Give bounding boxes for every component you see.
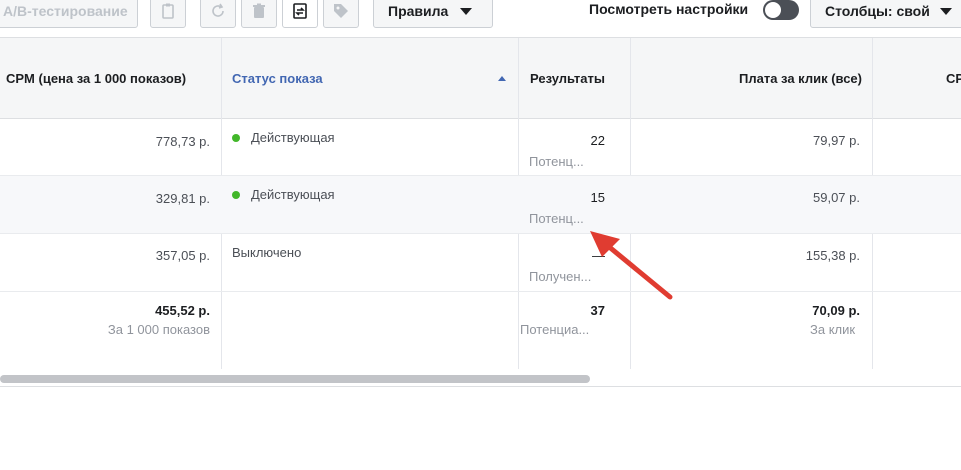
header-cpc[interactable]: Плата за клик (все) <box>632 71 862 86</box>
columns-label: Столбцы: свой <box>825 3 930 19</box>
columns-dropdown[interactable]: Столбцы: свой <box>810 0 961 28</box>
refresh-button[interactable] <box>200 0 236 28</box>
total-cpc-sub: За клик <box>810 322 856 337</box>
chevron-down-icon <box>460 7 473 15</box>
cpm-value: 357,05 р. <box>155 248 210 263</box>
status-value: Выключено <box>232 245 302 260</box>
total-results-sub: Потенциа... <box>520 322 590 337</box>
total-cpm: 455,52 р. <box>155 303 210 318</box>
status-value: Действующая <box>251 130 335 145</box>
rules-label: Правила <box>388 3 449 19</box>
status-value: Действующая <box>251 187 335 202</box>
toggle-knob <box>765 2 781 18</box>
results-value: 15 <box>590 190 605 205</box>
table-row[interactable]: 329,81 р. Действующая 15 Потенц... 59,07… <box>0 176 961 234</box>
header-cpm[interactable]: CPM (цена за 1 000 показов) <box>6 71 186 86</box>
status-active-icon <box>232 134 240 142</box>
cpm-value: 778,73 р. <box>155 134 210 149</box>
results-sub: Потенц... <box>529 154 584 169</box>
annotation-arrow-icon <box>590 231 673 300</box>
view-settings-toggle[interactable] <box>763 0 799 20</box>
trash-icon <box>253 3 265 18</box>
ads-table: CPM (цена за 1 000 показов) Статус показ… <box>0 37 961 387</box>
sort-ascending-icon[interactable] <box>498 76 506 81</box>
scrollbar-thumb[interactable] <box>0 375 590 383</box>
toolbar: A/B-тестирование Правила Посмотреть наст… <box>0 0 961 36</box>
cpm-value: 329,81 р. <box>155 191 210 206</box>
header-next[interactable]: СР <box>946 71 961 86</box>
header-results[interactable]: Результаты <box>530 71 608 86</box>
refresh-icon <box>212 3 224 17</box>
cpc-value: 59,07 р. <box>813 190 860 205</box>
horizontal-scrollbar[interactable] <box>0 371 961 385</box>
compare-button[interactable] <box>282 0 318 28</box>
view-settings-label: Посмотреть настройки <box>589 1 749 17</box>
header-status[interactable]: Статус показа <box>232 71 323 86</box>
results-value: 22 <box>590 133 605 148</box>
table-row[interactable]: 357,05 р. Выключено — Получен... 155,38 … <box>0 234 961 292</box>
tag-button[interactable] <box>323 0 359 28</box>
chevron-down-icon <box>939 7 952 15</box>
cpc-value: 79,97 р. <box>813 133 860 148</box>
total-cpm-sub: За 1 000 показов <box>107 322 210 337</box>
table-header: CPM (цена за 1 000 показов) Статус показ… <box>0 38 961 119</box>
status-active-icon <box>232 191 240 199</box>
clipboard-icon <box>162 3 174 19</box>
swap-arrows-icon <box>293 3 307 19</box>
delete-button[interactable] <box>241 0 277 28</box>
tag-icon <box>334 4 348 18</box>
duplicate-button[interactable] <box>150 0 186 28</box>
ab-test-button[interactable]: A/B-тестирование <box>0 0 138 28</box>
totals-row: 455,52 р. За 1 000 показов 37 Потенциа..… <box>0 292 961 369</box>
table-row[interactable]: 778,73 р. Действующая 22 Потенц... 79,97… <box>0 119 961 176</box>
rules-dropdown[interactable]: Правила <box>373 0 493 28</box>
ab-test-label: A/B-тестирование <box>3 3 128 19</box>
results-sub: Потенц... <box>529 211 584 226</box>
